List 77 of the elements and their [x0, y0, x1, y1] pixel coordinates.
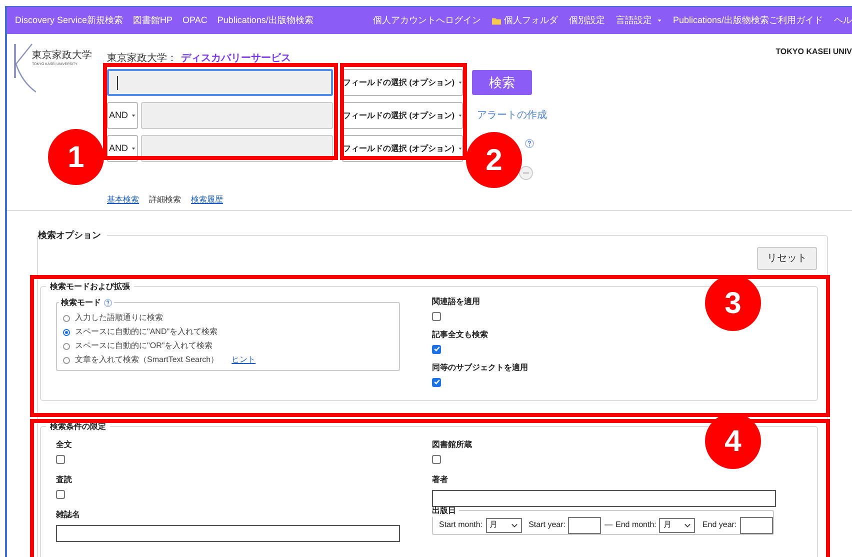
section-title: 検索モード	[61, 296, 101, 308]
radio-button[interactable]	[63, 356, 70, 364]
checkbox[interactable]	[432, 312, 441, 320]
nav-link[interactable]: Publications/出版物検索	[217, 14, 314, 28]
text-input-field[interactable]	[432, 490, 776, 506]
organization-name: TOKYO KASEI UNIV	[776, 46, 852, 58]
caret-icon	[458, 80, 462, 85]
year-input-field[interactable]	[740, 516, 773, 534]
option-label: 文章を入れて検索（SmartText Search）	[75, 354, 219, 366]
caret-icon	[458, 113, 462, 118]
nav-link[interactable]: Publications/出版物検索ご利用ガイド	[672, 14, 823, 28]
search-tab[interactable]: 検索履歴	[191, 194, 223, 206]
radio-button[interactable]	[63, 328, 70, 336]
service-title: ディスカバリーサービス	[181, 52, 291, 66]
caret-icon	[458, 146, 462, 151]
checkbox[interactable]	[432, 378, 441, 386]
search-input-field[interactable]	[107, 69, 333, 96]
operator-select[interactable]: AND	[107, 102, 138, 129]
create-alert-link[interactable]: アラートの作成	[477, 108, 547, 123]
caret-icon	[131, 113, 136, 118]
date-label: Start year:	[528, 519, 566, 531]
text-input-field[interactable]	[56, 524, 400, 542]
nav-link[interactable]: 図書館HP	[133, 14, 173, 28]
number-badge: 2	[466, 132, 522, 188]
nav-link[interactable]: Discovery Service新規検索	[15, 14, 124, 28]
field-label: 査読	[56, 474, 72, 486]
search-tab[interactable]: 詳細検索	[149, 194, 181, 206]
month-select[interactable]: 月	[486, 518, 522, 532]
checkbox[interactable]	[432, 454, 441, 464]
year-input-field[interactable]	[568, 516, 602, 534]
breadcrumb-label: 東京家政大学：	[107, 52, 177, 66]
checkbox-label: 関連語を適用	[432, 296, 480, 308]
date-label: End month:	[615, 519, 656, 531]
nav-link[interactable]: OPAC	[182, 14, 208, 28]
folder-icon	[492, 16, 501, 24]
checkbox[interactable]	[432, 344, 441, 354]
remove-row-icon	[519, 166, 533, 180]
section-title: 検索モードおよび拡張	[49, 280, 131, 292]
option-label: スペースに自動的に"AND"を入れて検索	[75, 326, 218, 338]
field-label: 雑誌名	[56, 508, 80, 520]
radio-button[interactable]	[63, 342, 70, 350]
search-tab[interactable]: 基本検索	[107, 194, 139, 206]
caret-icon	[656, 18, 662, 23]
nav-link[interactable]: 個別設定	[568, 14, 605, 28]
date-label: End year:	[702, 519, 737, 531]
hint-link[interactable]: ヒント	[232, 354, 256, 366]
date-label: Start month:	[439, 519, 483, 531]
option-label: 入力した語順通りに検索	[75, 312, 163, 324]
month-select[interactable]: 月	[659, 518, 696, 532]
field-label: 全文	[56, 438, 72, 450]
checkbox[interactable]	[56, 454, 65, 464]
section-title: 検索オプション	[38, 229, 102, 242]
caret-icon	[131, 146, 136, 151]
nav-link[interactable]: 言語設定	[616, 14, 662, 28]
option-label: スペースに自動的に"OR"を入れて検索	[75, 340, 213, 352]
number-badge: 1	[48, 129, 104, 185]
nav-link[interactable]: 個人アカウントへログイン	[372, 14, 481, 28]
checkbox-label: 記事全文も検索	[432, 328, 488, 340]
help-icon	[104, 298, 112, 306]
checkbox[interactable]	[56, 490, 65, 498]
search-button[interactable]: 検索	[472, 70, 532, 95]
reset-button[interactable]: リセット	[757, 246, 817, 270]
help-icon	[525, 139, 534, 148]
chevron-down-icon	[510, 522, 518, 528]
checkbox-label: 同等のサブジェクトを適用	[432, 362, 528, 374]
search-input-field[interactable]	[141, 102, 333, 129]
logo-text: 東京家政大学	[32, 48, 92, 62]
chevron-down-icon	[684, 522, 692, 528]
field-select[interactable]: フィールドの選択 (オプション)	[342, 102, 463, 129]
field-label: 著者	[432, 474, 448, 486]
nav-link[interactable]: 個人フォルダ	[492, 14, 558, 28]
date-separator: —	[604, 519, 612, 531]
field-label: 出版日	[431, 504, 457, 516]
field-select[interactable]: フィールドの選択 (オプション)	[342, 69, 463, 96]
radio-button[interactable]	[63, 314, 70, 322]
field-label: 図書館所蔵	[432, 438, 472, 450]
nav-link[interactable]: ヘル	[834, 14, 852, 28]
